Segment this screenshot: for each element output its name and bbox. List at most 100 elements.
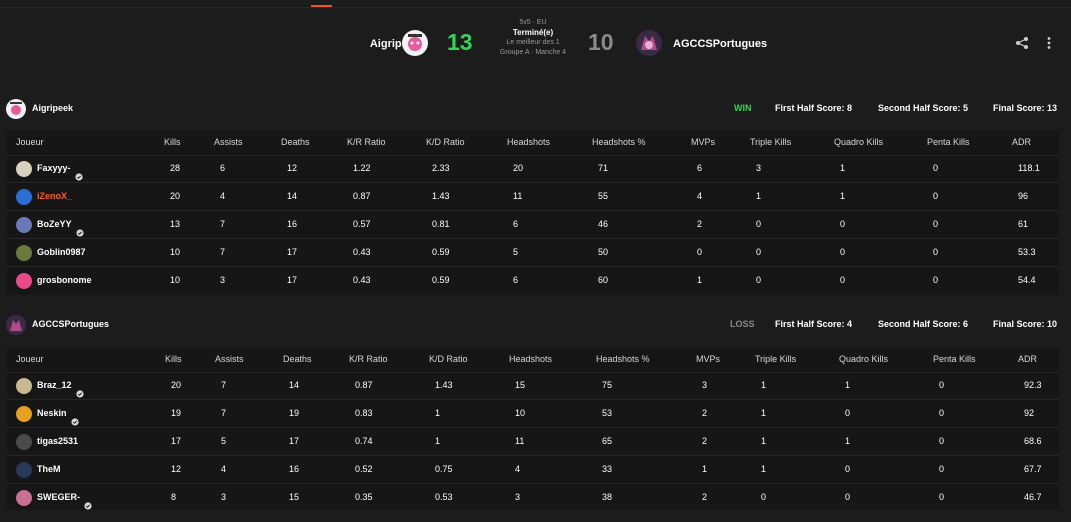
stat-adr: 68.6 [1024,436,1042,446]
column-header-triple-kills[interactable]: Triple Kills [750,130,791,155]
column-header-kd-ratio[interactable]: K/D Ratio [429,347,468,372]
column-header-quadro-kills[interactable]: Quadro Kills [834,130,883,155]
player-name[interactable]: iZenoX_ [37,183,72,210]
column-header-adr[interactable]: ADR [1012,130,1031,155]
stat-kd-ratio: 0.53 [435,492,453,502]
stat-triple-kills: 1 [761,380,767,390]
stat-deaths: 14 [287,191,298,201]
more-vertical-icon[interactable] [1045,36,1053,50]
stat-deaths: 19 [289,408,300,418]
column-header-mvps[interactable]: MVPs [691,130,715,155]
team-b-name[interactable]: AGCCSPortugues [673,38,767,50]
stat-kr-ratio: 0.52 [355,464,373,474]
column-header-penta-kills[interactable]: Penta Kills [933,347,976,372]
match-header: Aigripeek 13 5v5 · EU Terminé(e) Le meil… [0,14,1071,76]
player-cell[interactable]: TheM [16,456,61,483]
team-a-logo[interactable] [402,30,428,56]
column-header-kills[interactable]: Kills [164,130,181,155]
column-header-headshots[interactable]: Headshots [507,130,550,155]
stat-headshots: 3 [515,492,521,502]
avatar[interactable] [16,433,32,450]
team-section-name[interactable]: AGCCSPortugues [32,319,109,329]
stat-mvps: 4 [697,191,703,201]
avatar[interactable] [16,461,32,478]
player-cell[interactable]: Braz_12 [16,372,84,399]
column-header-mvps[interactable]: MVPs [696,347,720,372]
column-header-assists[interactable]: Assists [214,130,243,155]
team-result: LOSS [730,319,755,329]
stat-triple-kills: 1 [761,408,767,418]
final-score: Final Score: 13 [993,103,1058,113]
stat-quadro-kills: 0 [845,408,851,418]
player-cell[interactable]: tigas2531 [16,428,78,455]
player-cell[interactable]: Goblin0987 [16,239,86,266]
stat-kills: 12 [171,464,182,474]
column-header-deaths[interactable]: Deaths [281,130,310,155]
stat-adr: 53.3 [1018,247,1036,257]
first-half-score: First Half Score: 8 [775,103,853,113]
player-cell[interactable]: Faxyyy- [16,155,83,182]
stat-quadro-kills: 1 [845,380,851,390]
column-header-triple-kills[interactable]: Triple Kills [755,347,796,372]
verified-badge-icon [75,221,84,237]
column-header-penta-kills[interactable]: Penta Kills [927,130,970,155]
player-cell[interactable]: iZenoX_ [16,183,72,210]
avatar[interactable] [16,216,32,233]
stat-triple-kills: 0 [761,492,767,502]
column-header-quadro-kills[interactable]: Quadro Kills [839,347,888,372]
stat-kr-ratio: 0.83 [355,408,373,418]
column-header-kr-ratio[interactable]: K/R Ratio [349,347,388,372]
column-header-player[interactable]: Joueur [16,347,44,372]
team-b-logo[interactable] [636,30,662,56]
column-header-adr[interactable]: ADR [1018,347,1037,372]
player-name[interactable]: Goblin0987 [37,239,86,266]
stat-kills: 28 [170,163,181,173]
share-icon[interactable] [1015,36,1029,50]
team-section-name[interactable]: Aigripeek [32,103,73,113]
stat-mvps: 2 [702,492,708,502]
verified-badge-icon [75,382,84,398]
column-header-kd-ratio[interactable]: K/D Ratio [426,130,465,155]
player-cell[interactable]: BoZeYY [16,211,84,238]
column-header-headshots-pct[interactable]: Headshots % [592,130,646,155]
stat-headshots: 11 [515,436,525,446]
stat-headshots-pct: 60 [598,275,609,285]
player-name[interactable]: BoZeYY [37,211,72,238]
stat-quadro-kills: 1 [840,191,846,201]
avatar[interactable] [16,405,32,422]
player-name[interactable]: tigas2531 [37,428,78,455]
stat-kd-ratio: 1 [435,408,441,418]
player-name[interactable]: TheM [37,456,61,483]
column-header-deaths[interactable]: Deaths [283,347,312,372]
player-cell[interactable]: SWEGER- [16,484,92,511]
team-result: WIN [734,103,752,113]
player-name[interactable]: SWEGER- [37,484,80,511]
column-header-headshots-pct[interactable]: Headshots % [596,347,650,372]
player-cell[interactable]: Neskin [16,400,79,427]
stat-quadro-kills: 0 [840,275,846,285]
column-header-kills[interactable]: Kills [165,347,182,372]
avatar[interactable] [16,489,32,506]
player-name[interactable]: Faxyyy- [37,155,71,182]
player-cell[interactable]: grosbonome [16,267,92,294]
column-header-assists[interactable]: Assists [215,347,244,372]
stat-quadro-kills: 0 [840,219,846,229]
column-header-kr-ratio[interactable]: K/R Ratio [347,130,386,155]
avatar[interactable] [16,377,32,394]
stat-kd-ratio: 0.81 [432,219,450,229]
table-row: TheM 12 4 16 0.52 0.75 4 33 1 1 0 0 67.7 [7,456,1059,484]
player-name[interactable]: Braz_12 [37,372,72,399]
table-row: SWEGER- 8 3 15 0.35 0.53 3 38 2 0 0 0 46.7 [7,484,1059,511]
avatar[interactable] [16,272,32,289]
avatar[interactable] [16,244,32,261]
column-header-headshots[interactable]: Headshots [509,347,552,372]
stat-deaths: 16 [287,219,298,229]
stat-headshots-pct: 33 [602,464,613,474]
avatar[interactable] [16,188,32,205]
avatar[interactable] [16,160,32,177]
player-name[interactable]: Neskin [37,400,67,427]
final-score: Final Score: 10 [993,319,1058,329]
stat-mvps: 2 [697,219,703,229]
player-name[interactable]: grosbonome [37,267,92,294]
column-header-player[interactable]: Joueur [16,130,44,155]
